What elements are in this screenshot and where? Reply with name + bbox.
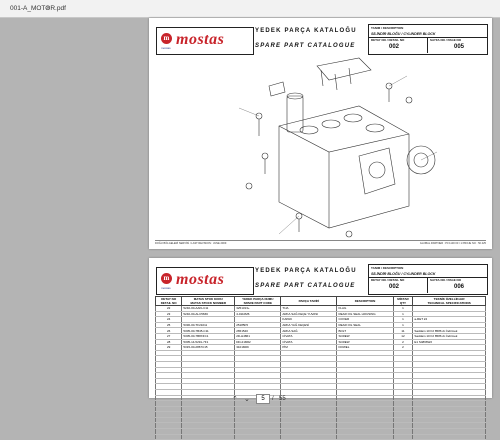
page-label: SAYFA NO / PAGE NO: [430, 278, 462, 282]
brand-name: mostas: [176, 271, 225, 288]
cylinder-block-drawing: [239, 57, 438, 238]
table-cell: [154, 434, 183, 440]
title-tr: YEDEK PARÇA KATALOĞU: [255, 28, 357, 34]
prev-page-icon[interactable]: ⌃: [232, 395, 238, 404]
page-footer: DOĞU BÖLGELERİ SERVİSİ / LAST REVISION :…: [155, 240, 486, 245]
pdf-page-5: m mostas mostas YEDEK PARÇA KATALOĞU SPA…: [149, 18, 492, 249]
header-info-box: TANIM / DESCRIPTION SİLİNDİR BLOĞU / CYL…: [368, 24, 488, 55]
detail-no: 002: [389, 44, 400, 50]
desc-label: TANIM / DESCRIPTION: [371, 26, 404, 30]
close-icon[interactable]: ×: [46, 2, 50, 15]
detail-label: DETAY NO / DETAIL NO: [371, 278, 405, 282]
parts-table: DETAY NO DETAIL NO MATAS STOK KODU MATAS …: [154, 296, 486, 440]
logo-letter: m: [163, 34, 170, 42]
brand-name: mostas: [176, 31, 225, 48]
page-total: 55: [279, 396, 286, 402]
page-separator: /: [272, 396, 274, 402]
table-cell: [181, 434, 236, 440]
table-header-cell: YEDEK PARÇA NUMU SPARE PART CODE: [234, 296, 282, 306]
table-header-cell: TEKNİK ÖZELLİKLER TECHNICAL SPECIFICATIO…: [412, 296, 486, 306]
logo: m mostas mostas: [156, 267, 254, 295]
desc-value: SİLİNDİR BLOĞU / CYLINDER BLOCK: [371, 272, 436, 276]
desc-value: SİLİNDİR BLOĞU / CYLINDER BLOCK: [371, 32, 436, 36]
table-cell: [336, 434, 394, 440]
footer-right: GLOBAL PARTNER : P0 1130 00 / 1 PROJE NO…: [419, 242, 486, 245]
page-number-input[interactable]: 5: [256, 394, 270, 404]
next-page-icon[interactable]: ⌄: [244, 395, 250, 404]
page-label: SAYFA NO / PAGE NO: [430, 38, 462, 42]
logo-sub: mostas: [161, 286, 171, 290]
table-header-cell: DESCRIPTION: [336, 296, 394, 306]
table-cell: [412, 434, 486, 440]
header-info-box: TANIM / DESCRIPTION SİLİNDİR BLOĞU / CYL…: [368, 264, 488, 295]
footer-left: DOĞU BÖLGELERİ SERVİSİ / LAST REVISION :…: [155, 242, 227, 245]
table-row: [154, 434, 486, 440]
page-no: 005: [454, 44, 465, 50]
table-header-cell: DETAY NO DETAIL NO: [154, 296, 183, 306]
desc-label: TANIM / DESCRIPTION: [371, 266, 404, 270]
table-header-cell: MİKTAR QTY: [392, 296, 414, 306]
logo-sub: mostas: [161, 46, 171, 50]
detail-no: 002: [389, 284, 400, 290]
table-header-cell: PARÇA TARİFİ: [280, 296, 338, 306]
table-body: 22 5240-00-AAKLC11 3251313+ TIJA FLAG 1 23 5240…: [154, 305, 486, 440]
tab-document[interactable]: 001-A_MOTOR.pdf: [6, 2, 70, 15]
table-header-cell: MATAS STOK KODU MATAS STOCK NUMBER: [181, 296, 236, 306]
title-tr: YEDEK PARÇA KATALOĞU: [255, 268, 357, 274]
table-cell: [234, 434, 282, 440]
pdf-page-6: m mostas mostas YEDEK PARÇA KATALOĞU SPA…: [149, 258, 492, 440]
page-no: 006: [454, 284, 465, 290]
table-header-row: DETAY NO DETAIL NO MATAS STOK KODU MATAS …: [154, 296, 486, 306]
logo-letter: m: [163, 274, 170, 282]
detail-label: DETAY NO / DETAIL NO: [371, 38, 405, 42]
tab-bar: 001-A_MOTOR.pdf ×: [0, 0, 500, 18]
title-en: SPARE PART CATALOGUE: [255, 43, 356, 49]
table-cell: [280, 434, 338, 440]
table-cell: [392, 434, 414, 440]
title-en: SPARE PART CATALOGUE: [255, 283, 356, 289]
logo: m mostas mostas: [156, 27, 254, 55]
